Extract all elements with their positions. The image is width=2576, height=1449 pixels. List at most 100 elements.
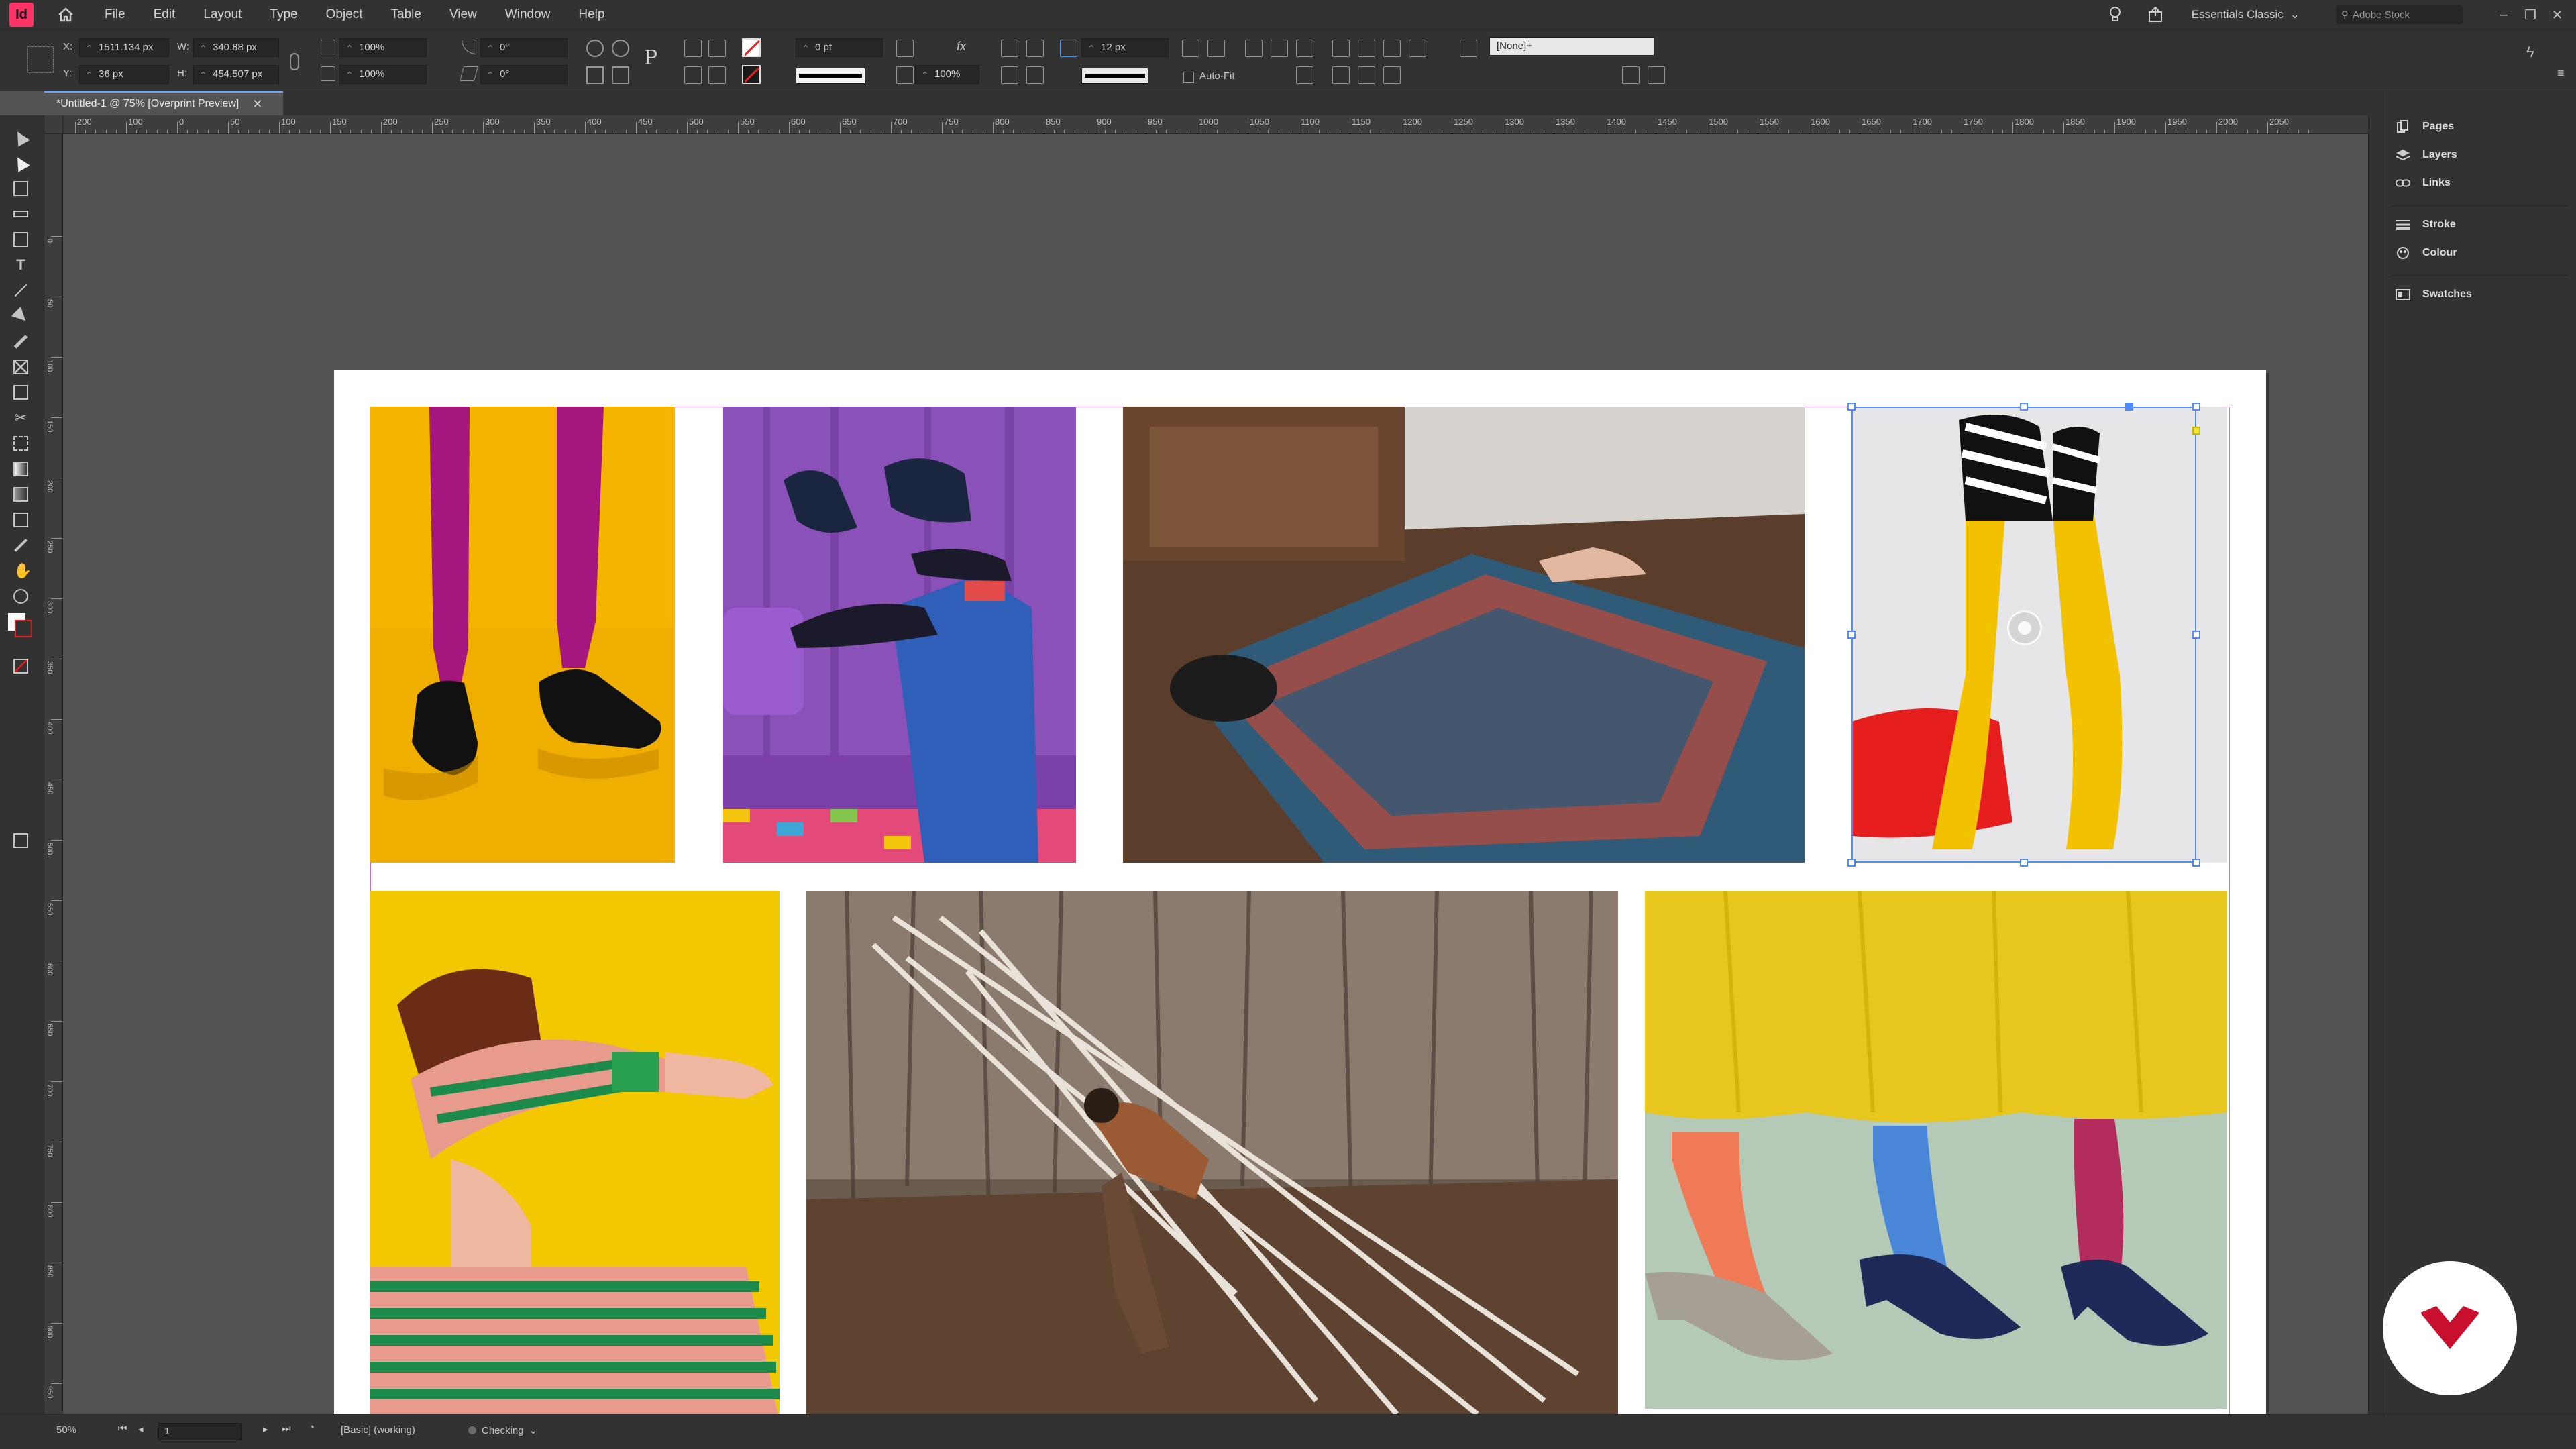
ruler-origin[interactable] — [44, 115, 63, 134]
minimize-button[interactable]: – — [2490, 0, 2517, 30]
scale-x-field[interactable]: 100% — [339, 38, 427, 57]
path-p-icon[interactable]: P — [644, 46, 657, 70]
scissors-tool[interactable]: ✂ — [11, 408, 31, 428]
close-window-button[interactable]: ✕ — [2544, 0, 2571, 30]
gradient-feather-tool[interactable] — [11, 484, 31, 504]
auto-fit-checkbox[interactable] — [1183, 72, 1194, 83]
panel-links[interactable]: Links — [2396, 172, 2451, 195]
fitting-gap-field[interactable]: 12 px — [1081, 38, 1169, 57]
select-content-icon[interactable] — [708, 40, 726, 57]
menu-view[interactable]: View — [449, 7, 477, 22]
document-tab[interactable]: *Untitled-1 @ 75% [Overprint Preview] ✕ — [44, 91, 283, 115]
align-right-icon[interactable] — [1245, 40, 1263, 57]
share-icon[interactable] — [2142, 0, 2169, 30]
content-aware-fit-icon[interactable] — [1060, 40, 1077, 57]
preflight-status[interactable]: Checking ⌄ — [468, 1424, 537, 1436]
fit-content-proportionally-icon[interactable] — [1001, 40, 1018, 57]
content-collector-tool[interactable] — [11, 229, 31, 250]
selection-handle-bm[interactable] — [2020, 859, 2028, 867]
selection-handle-br[interactable] — [2192, 859, 2200, 867]
shear-field[interactable]: 0° — [480, 65, 568, 84]
flip-vertical-icon[interactable] — [612, 66, 629, 84]
menu-object[interactable]: Object — [326, 7, 363, 22]
selection-handle-tm[interactable] — [2020, 402, 2028, 411]
panel-pages[interactable]: Pages — [2396, 115, 2454, 138]
pen-tool[interactable] — [11, 306, 31, 326]
free-transform-tool[interactable] — [11, 433, 31, 453]
align-left-icon[interactable] — [1182, 40, 1199, 57]
height-field[interactable]: 454.507 px — [193, 65, 279, 84]
select-next-icon[interactable] — [708, 66, 726, 84]
last-page-button[interactable]: ⏭ — [282, 1423, 291, 1434]
close-icon[interactable]: ✕ — [252, 97, 262, 111]
image-frame-crows-on-shoes[interactable] — [723, 407, 1076, 863]
distribute-right-icon[interactable] — [1358, 66, 1375, 84]
frame-edge-handle[interactable] — [2125, 402, 2133, 411]
apply-none-tool[interactable] — [11, 656, 31, 676]
menu-edit[interactable]: Edit — [154, 7, 176, 22]
x-position-field[interactable]: 1511.134 px — [79, 38, 169, 57]
line-tool[interactable] — [11, 280, 31, 301]
drop-shadow-icon[interactable] — [896, 40, 914, 57]
rotation-field[interactable]: 0° — [480, 38, 568, 57]
image-frame-person-carrying-branches[interactable] — [806, 891, 1618, 1421]
pencil-tool[interactable] — [11, 331, 31, 352]
menu-file[interactable]: File — [105, 7, 125, 22]
scale-y-field[interactable]: 100% — [339, 65, 427, 84]
image-frame-person-rolled-in-rug[interactable] — [1123, 407, 1805, 863]
image-frame-magenta-tights-loafers[interactable] — [370, 407, 675, 863]
y-position-field[interactable]: 36 px — [79, 65, 169, 84]
zoom-tool[interactable] — [11, 586, 31, 606]
gap-tool[interactable] — [11, 204, 31, 224]
align-top-icon[interactable] — [1271, 40, 1288, 57]
image-frame-colorful-socks-heels[interactable] — [1645, 891, 2227, 1409]
document-page[interactable] — [334, 370, 2266, 1449]
page-tool[interactable] — [11, 178, 31, 199]
live-corner-handle[interactable] — [2192, 427, 2200, 435]
distribute-top-icon[interactable] — [1358, 40, 1375, 57]
zoom-level[interactable]: 50% — [56, 1424, 76, 1436]
clear-overrides-icon[interactable] — [1622, 66, 1640, 84]
object-style-field[interactable]: [None]+ — [1489, 37, 1654, 56]
constrain-proportions-icon[interactable] — [290, 53, 299, 70]
selection-handle-tl[interactable] — [1847, 402, 1856, 411]
page-number-field[interactable]: 1 — [158, 1423, 241, 1440]
eyedropper-tool[interactable] — [11, 535, 31, 555]
rectangle-frame-tool[interactable] — [11, 357, 31, 377]
selection-handle-mr[interactable] — [2192, 631, 2200, 639]
content-grabber-icon[interactable] — [2007, 610, 2042, 645]
selection-handle-tr[interactable] — [2192, 402, 2200, 411]
vertical-scrollbar[interactable] — [2368, 115, 2383, 1414]
menu-layout[interactable]: Layout — [203, 7, 241, 22]
panel-swatches[interactable]: Swatches — [2396, 283, 2472, 306]
next-page-button[interactable]: ▸ — [263, 1423, 268, 1435]
gradient-swatch-tool[interactable] — [11, 459, 31, 479]
distribute-spacing-icon[interactable] — [1383, 66, 1401, 84]
align-bottom-icon[interactable] — [1332, 40, 1350, 57]
hand-tool[interactable]: ✋ — [11, 561, 32, 581]
type-tool[interactable]: T — [11, 255, 31, 275]
image-frame-striped-shirt-person[interactable] — [370, 891, 780, 1421]
distribute-bottom-icon[interactable] — [1409, 40, 1426, 57]
note-tool[interactable] — [11, 510, 31, 530]
rotate-cw-icon[interactable] — [586, 40, 604, 57]
stroke-weight-field[interactable]: 0 pt — [796, 38, 883, 57]
reference-point-icon[interactable] — [27, 46, 54, 73]
restore-button[interactable]: ❐ — [2517, 0, 2544, 30]
preflight-profile[interactable]: [Basic] (working) — [341, 1424, 415, 1436]
selection-handle-ml[interactable] — [1847, 631, 1856, 639]
fill-frame-proportionally-icon[interactable] — [1026, 40, 1044, 57]
lightning-icon[interactable]: ϟ — [2526, 44, 2534, 61]
selection-tool[interactable] — [11, 127, 31, 148]
opacity-field[interactable]: 100% — [915, 65, 979, 84]
flip-horizontal-icon[interactable] — [586, 66, 604, 84]
lightbulb-icon[interactable] — [2102, 0, 2129, 30]
pasteboard[interactable] — [63, 134, 2368, 1449]
panel-colour[interactable]: Colour — [2396, 241, 2457, 264]
previous-page-button[interactable]: ◂ — [138, 1423, 144, 1435]
panel-layers[interactable]: Layers — [2396, 144, 2457, 166]
align-middle-icon[interactable] — [1296, 40, 1313, 57]
fit-frame-to-content-icon[interactable] — [1026, 66, 1044, 84]
vertical-ruler[interactable]: 0 50 100 150 200 250 300 350 400 450 500 550 600 650 7… — [44, 134, 63, 1414]
menu-help[interactable]: Help — [578, 7, 604, 22]
